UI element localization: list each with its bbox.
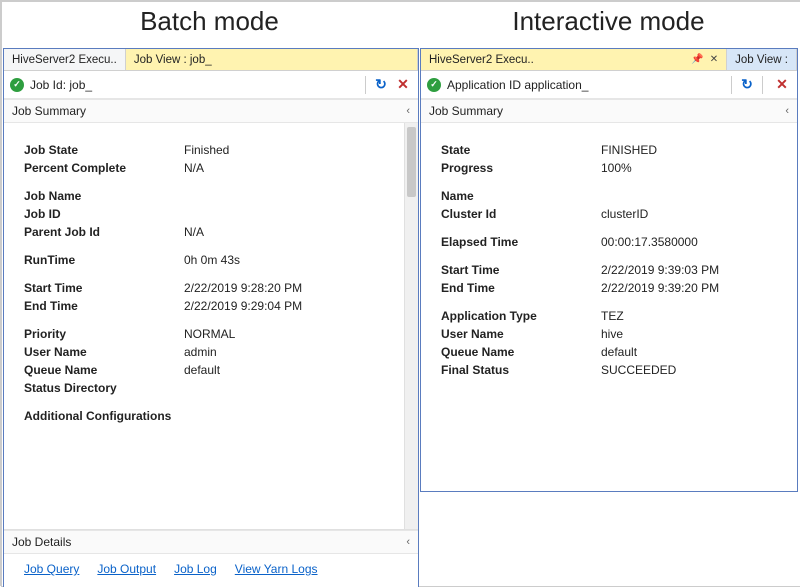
mode-headings: Batch mode Interactive mode [2,2,800,48]
start-time-value: 2/22/2019 9:28:20 PM [184,281,302,295]
final-status-label: Final Status [441,363,601,377]
batch-panel: HiveServer2 Execu.. Job View : job_ ✓ Jo… [3,48,419,587]
chevron-left-icon: ‹ [406,536,410,548]
priority-label: Priority [24,327,184,341]
start-time-label: Start Time [441,263,601,277]
interactive-toolbar: ✓ Application ID application_ ↻ ✕ [421,71,797,99]
parent-job-id-value: N/A [184,225,204,239]
close-icon[interactable]: ✕ [710,54,718,65]
tab-jobview-label: Job View : [735,54,788,66]
end-time-value: 2/22/2019 9:39:20 PM [601,281,719,295]
application-type-value: TEZ [601,309,624,323]
tab-hiveserver2[interactable]: HiveServer2 Execu.. [4,49,126,70]
state-label: State [441,143,601,157]
job-summary-header[interactable]: Job Summary ‹ [421,99,797,123]
job-state-label: Job State [24,143,184,157]
view-yarn-logs-link[interactable]: View Yarn Logs [235,562,318,576]
end-time-label: End Time [441,281,601,295]
application-id-text: Application ID application_ [447,78,588,92]
job-output-link[interactable]: Job Output [97,562,156,576]
toolbar-separator [731,76,732,94]
job-query-link[interactable]: Job Query [24,562,79,576]
start-time-value: 2/22/2019 9:39:03 PM [601,263,719,277]
runtime-label: RunTime [24,253,184,267]
job-id-label: Job ID [24,207,184,221]
job-summary-label: Job Summary [429,104,503,118]
job-details-header[interactable]: Job Details ‹ [4,530,418,554]
percent-complete-label: Percent Complete [24,161,184,175]
pin-icon[interactable]: 📌 [691,54,703,65]
job-details-label: Job Details [12,535,71,549]
refresh-button[interactable]: ↻ [372,76,390,94]
runtime-value: 0h 0m 43s [184,253,240,267]
job-id-text: Job Id: job_ [30,78,92,92]
status-directory-label: Status Directory [24,381,184,395]
priority-value: NORMAL [184,327,235,341]
job-summary-label: Job Summary [12,104,86,118]
chevron-left-icon: ‹ [406,105,410,117]
queue-name-value: default [601,345,637,359]
job-state-value: Finished [184,143,229,157]
job-name-label: Job Name [24,189,184,203]
tab-jobview[interactable]: Job View : job_ [126,49,418,70]
refresh-button[interactable]: ↻ [738,76,756,94]
tab-jobview-label: Job View : job_ [134,54,212,66]
final-status-value: SUCCEEDED [601,363,676,377]
success-check-icon: ✓ [427,78,441,92]
interactive-tabstrip: HiveServer2 Execu.. 📌 ✕ Job View : [421,49,797,71]
elapsed-time-label: Elapsed Time [441,235,601,249]
queue-name-label: Queue Name [441,345,601,359]
scrollbar[interactable] [404,123,418,529]
tab-hiveserver2[interactable]: HiveServer2 Execu.. 📌 ✕ [421,49,727,70]
parent-job-id-label: Parent Job Id [24,225,184,239]
cancel-button[interactable]: ✕ [773,76,791,94]
cluster-id-value: clusterID [601,207,648,221]
heading-batch: Batch mode [2,2,417,37]
queue-name-label: Queue Name [24,363,184,377]
batch-tabstrip: HiveServer2 Execu.. Job View : job_ [4,49,418,71]
batch-summary-body: Job State Finished Percent Complete N/A … [4,123,418,529]
queue-name-value: default [184,363,220,377]
user-name-value: admin [184,345,217,359]
tab-jobview[interactable]: Job View : [727,49,797,70]
toolbar-separator [365,76,366,94]
tab-hiveserver2-label: HiveServer2 Execu.. [429,54,534,66]
end-time-label: End Time [24,299,184,313]
batch-toolbar: ✓ Job Id: job_ ↻ ✕ [4,71,418,99]
start-time-label: Start Time [24,281,184,295]
tab-hiveserver2-label: HiveServer2 Execu.. [12,54,117,66]
progress-label: Progress [441,161,601,175]
interactive-summary-body: State FINISHED Progress 100% Name Cluste… [421,123,797,493]
job-summary-header[interactable]: Job Summary ‹ [4,99,418,123]
elapsed-time-value: 00:00:17.3580000 [601,235,698,249]
application-type-label: Application Type [441,309,601,323]
user-name-value: hive [601,327,623,341]
interactive-panel: HiveServer2 Execu.. 📌 ✕ Job View : ✓ App… [420,48,798,492]
user-name-label: User Name [441,327,601,341]
state-value: FINISHED [601,143,657,157]
cancel-button[interactable]: ✕ [394,76,412,94]
toolbar-separator [762,76,763,94]
cluster-id-label: Cluster Id [441,207,601,221]
chevron-left-icon: ‹ [785,105,789,117]
percent-complete-value: N/A [184,161,204,175]
job-details-links: Job Query Job Output Job Log View Yarn L… [4,554,418,582]
user-name-label: User Name [24,345,184,359]
progress-value: 100% [601,161,632,175]
name-label: Name [441,189,601,203]
heading-interactive: Interactive mode [417,2,800,37]
end-time-value: 2/22/2019 9:29:04 PM [184,299,302,313]
success-check-icon: ✓ [10,78,24,92]
job-log-link[interactable]: Job Log [174,562,217,576]
additional-configurations-label: Additional Configurations [24,409,244,423]
